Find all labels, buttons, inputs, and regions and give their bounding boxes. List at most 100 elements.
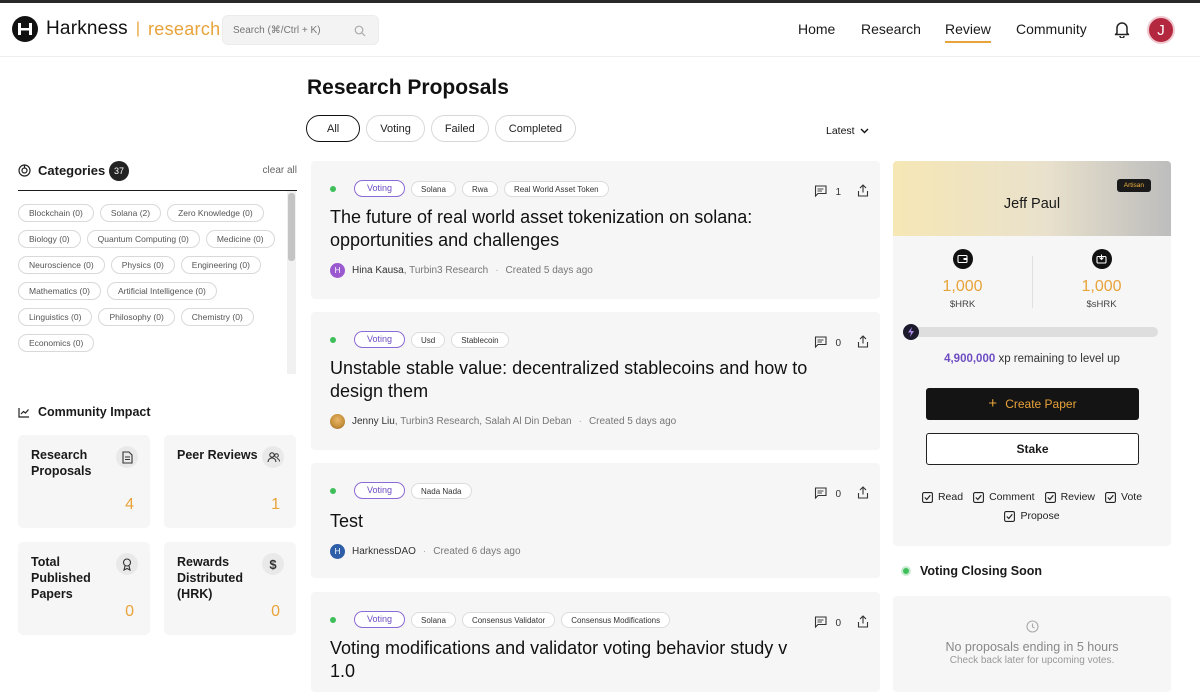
category-chip[interactable]: Mathematics (0) (18, 282, 101, 300)
topic-tag[interactable]: Rwa (461, 180, 498, 197)
brand-separator: | (135, 20, 141, 37)
author-name[interactable]: Jenny Liu (352, 416, 395, 427)
live-status-dot (901, 566, 911, 576)
categories-count-badge: 37 (109, 161, 129, 181)
share-icon[interactable] (857, 486, 869, 502)
created-time: Created 5 days ago (588, 416, 677, 427)
stake-button[interactable]: Stake (926, 433, 1139, 465)
category-chip[interactable]: Quantum Computing (0) (86, 230, 200, 248)
proposal-title[interactable]: Test (330, 510, 810, 533)
category-chip[interactable]: Medicine (0) (205, 230, 275, 248)
category-chip[interactable]: Engineering (0) (180, 256, 261, 274)
stat-peer-reviews: Peer Reviews 1 (164, 435, 296, 528)
voting-closing-soon-title: Voting Closing Soon (920, 564, 1042, 578)
search-box[interactable] (222, 15, 379, 45)
search-input[interactable] (233, 24, 351, 36)
category-chip[interactable]: Philosophy (0) (98, 308, 175, 326)
author-name[interactable]: Hina Kausa (352, 265, 404, 276)
user-avatar[interactable]: J (1147, 16, 1175, 44)
profile-card: Jeff Paul Artisan 1,000 $HRK 1,000 $sHRK… (893, 161, 1171, 546)
category-chip[interactable]: Solana (2) (99, 204, 162, 222)
nav-review[interactable]: Review (945, 21, 991, 43)
proposal-title[interactable]: Voting modifications and validator votin… (330, 637, 810, 683)
author-name[interactable]: HarknessDAO (352, 546, 416, 557)
proposal-card[interactable]: Voting Nada Nada 0 Test H HarknessDAO · Created… (311, 463, 880, 578)
notification-bell-icon[interactable] (1114, 20, 1130, 43)
closing-empty-state: No proposals ending in 5 hours Check bac… (893, 596, 1171, 692)
proposal-title[interactable]: Unstable stable value: decentralized sta… (330, 357, 810, 403)
nav-research[interactable]: Research (861, 21, 921, 37)
brand-logo[interactable]: Harkness | research (12, 16, 220, 42)
categories-icon (18, 164, 31, 182)
category-chip[interactable]: Zero Knowledge (0) (167, 204, 264, 222)
category-chip[interactable]: Physics (0) (110, 256, 175, 274)
proposal-card[interactable]: Voting Solana Rwa Real World Asset Token 1 Th… (311, 161, 880, 299)
category-chip[interactable]: Artificial Intelligence (0) (106, 282, 217, 300)
category-chip[interactable]: Economics (0) (18, 334, 95, 352)
created-time: Created 5 days ago (505, 265, 593, 276)
topic-tag[interactable]: Solana (411, 180, 456, 197)
proposal-meta: Jenny Liu, Turbin3 Research, Salah Al Di… (330, 414, 676, 429)
category-scrollbar[interactable] (287, 191, 296, 374)
category-scrollbar-thumb[interactable] (288, 193, 295, 261)
checkbox-checked-icon (1004, 510, 1016, 522)
proposal-title[interactable]: The future of real world asset tokenizat… (330, 206, 810, 252)
create-paper-button[interactable]: + Create Paper (926, 388, 1139, 420)
proposal-card[interactable]: Voting Usd Stablecoin 0 Unstable stable valu… (311, 312, 880, 450)
clear-all-link[interactable]: clear all (263, 165, 297, 176)
empty-state-subtitle: Check back later for upcoming votes. (949, 655, 1115, 666)
status-badge: Voting (354, 611, 406, 628)
tab-voting[interactable]: Voting (366, 115, 425, 142)
stat-total-published-papers: Total Published Papers 0 (18, 542, 150, 635)
meta-separator: · (495, 265, 499, 276)
status-tabs: All Voting Failed Completed (306, 115, 576, 142)
proposal-tags: Voting Usd Stablecoin (330, 331, 509, 348)
category-chip[interactable]: Neuroscience (0) (18, 256, 105, 274)
permission-label: Vote (1121, 491, 1143, 503)
nav-home[interactable]: Home (798, 21, 835, 37)
tab-failed[interactable]: Failed (430, 115, 489, 142)
search-icon[interactable] (354, 24, 366, 42)
sort-dropdown[interactable]: Latest (826, 125, 869, 137)
proposal-card[interactable]: Voting Solana Consensus Validator Consensus… (311, 592, 880, 692)
permission-label: Comment (989, 491, 1035, 503)
stat-label: Peer Reviews (177, 448, 258, 462)
topic-tag[interactable]: Solana (411, 611, 456, 628)
comment-icon[interactable] (814, 335, 827, 351)
tab-all[interactable]: All (306, 115, 361, 142)
xp-suffix: xp remaining to level up (995, 353, 1120, 365)
stat-label: Rewards Distributed (HRK) (177, 555, 243, 601)
sort-label: Latest (826, 125, 855, 137)
topic-tag[interactable]: Consensus Validator (461, 611, 556, 628)
comment-icon[interactable] (814, 615, 827, 631)
stat-label: Research Proposals (31, 448, 92, 478)
created-time: Created 6 days ago (433, 546, 521, 557)
permission-item: Comment (973, 491, 1035, 503)
permission-label: Read (937, 491, 964, 503)
topic-tag[interactable]: Consensus Modifications (561, 611, 671, 628)
proposal-tags: Voting Solana Consensus Validator Consensus… (330, 611, 671, 628)
category-chip[interactable]: Blockchain (0) (18, 204, 94, 222)
comment-count: 0 (835, 617, 841, 629)
topic-tag[interactable]: Real World Asset Token (503, 180, 609, 197)
stat-value: 0 (125, 603, 134, 620)
topic-tag[interactable]: Usd (411, 331, 446, 348)
category-chip[interactable]: Linguistics (0) (18, 308, 93, 326)
nav-community[interactable]: Community (1016, 21, 1087, 37)
meta-separator: · (578, 416, 582, 427)
share-icon[interactable] (857, 335, 869, 351)
comment-icon[interactable] (814, 184, 827, 200)
category-chip[interactable]: Biology (0) (18, 230, 81, 248)
category-list: Blockchain (0) Solana (2) Zero Knowledge (… (18, 204, 284, 374)
tab-completed[interactable]: Completed (494, 115, 576, 142)
share-icon[interactable] (857, 615, 869, 631)
share-icon[interactable] (857, 184, 869, 200)
topic-tag[interactable]: Stablecoin (451, 331, 509, 348)
stat-value: 4 (125, 496, 134, 513)
topic-tag[interactable]: Nada Nada (411, 482, 472, 499)
proposal-meta: H HarknessDAO · Created 6 days ago (330, 544, 521, 559)
comment-icon[interactable] (814, 486, 827, 502)
comment-count: 1 (835, 186, 841, 198)
proposal-actions: 1 (814, 184, 869, 200)
category-chip[interactable]: Chemistry (0) (180, 308, 254, 326)
